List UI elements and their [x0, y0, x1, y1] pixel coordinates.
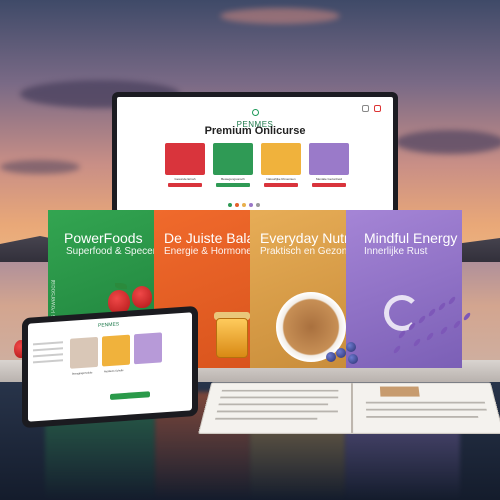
- product-subtitle: Superfood & Specenj: [66, 246, 154, 257]
- leaf: [115, 283, 127, 289]
- course-image: [309, 143, 349, 175]
- blueberry: [326, 352, 336, 362]
- tablet-caption: Bewegingsmodule: [72, 371, 93, 376]
- cloud: [0, 160, 80, 174]
- cart-icon[interactable]: [374, 105, 381, 112]
- sidebar-item[interactable]: [33, 359, 63, 364]
- product-title: PowerFoods: [64, 230, 143, 246]
- product-subtitle: Energie & Hormonen: [164, 246, 250, 257]
- cloud: [220, 8, 340, 24]
- course-button[interactable]: [216, 183, 250, 187]
- product-title: Everyday Nutrition: [260, 230, 346, 246]
- course-caption: Mentale Gezonheid: [315, 177, 343, 181]
- desktop-monitor: PENMES Premium Onlicurse Gesunde Ernah B…: [112, 92, 398, 216]
- sidebar-item[interactable]: [33, 353, 63, 358]
- carousel-dot[interactable]: [242, 203, 246, 207]
- book-gutter: [351, 383, 354, 433]
- course-image: [165, 143, 205, 175]
- sidebar-item[interactable]: [33, 341, 63, 346]
- book-text-line: [221, 389, 339, 392]
- book-text-line: [366, 415, 479, 418]
- header-icons: [362, 105, 381, 112]
- course-card[interactable]: Mentale Gezonheid: [309, 143, 349, 187]
- strawberry: [132, 286, 152, 308]
- blueberry: [346, 342, 356, 352]
- tablet-card[interactable]: [134, 332, 162, 365]
- book-text-line: [215, 417, 318, 420]
- product-title: De Juiste Balans: [164, 230, 250, 246]
- tablet-sidebar: [33, 341, 63, 367]
- course-button[interactable]: [312, 183, 346, 187]
- tablet-card[interactable]: [70, 336, 98, 369]
- course-card[interactable]: Bewegungsonsch: [213, 143, 253, 187]
- blueberry: [348, 354, 358, 364]
- course-image: [213, 143, 253, 175]
- tablet-logo[interactable]: PENMES: [98, 321, 119, 328]
- course-button[interactable]: [168, 183, 202, 187]
- product-subtitle: Praktisch en Gezond: [260, 246, 346, 257]
- book-text-line: [220, 396, 339, 399]
- carousel-dot[interactable]: [235, 203, 239, 207]
- carousel-dots: [228, 203, 260, 207]
- tablet-action-button[interactable]: [110, 391, 150, 400]
- tablet-screen: PENMES Bewegingsmodule Nutritions Schell…: [28, 312, 192, 422]
- blueberry: [336, 348, 346, 358]
- course-caption: Natuurlijke Rimenisen: [266, 177, 296, 181]
- book-text-line: [366, 408, 487, 411]
- product-box-mindful: Mindful Energy Innerlijke Rust: [346, 210, 462, 368]
- course-caption: Gesunde Ernah: [174, 177, 196, 181]
- user-icon[interactable]: [362, 105, 369, 112]
- book-text-line: [365, 401, 486, 404]
- carousel-dot[interactable]: [228, 203, 232, 207]
- tablet-caption: Nutritions Schelle: [104, 369, 124, 374]
- course-caption: Bewegungsonsch: [221, 177, 245, 181]
- carousel-dot[interactable]: [249, 203, 253, 207]
- tablet-card[interactable]: [102, 334, 130, 367]
- book-text-line: [216, 410, 338, 413]
- sidebar-item[interactable]: [33, 347, 63, 352]
- course-card[interactable]: Gesunde Ernah: [165, 143, 205, 187]
- product-subtitle: Innerlijke Rust: [364, 246, 428, 257]
- course-button[interactable]: [264, 183, 298, 187]
- page-title: Premium Onlicurse: [204, 125, 306, 137]
- course-cards: Gesunde Ernah Bewegungsonsch Natuurlijke…: [165, 143, 349, 187]
- book-picture: [379, 386, 420, 397]
- cloud: [395, 130, 500, 154]
- honey-jar: [216, 318, 248, 358]
- carousel-dot[interactable]: [256, 203, 260, 207]
- open-book: [198, 382, 500, 434]
- tablet-device: PENMES Bewegingsmodule Nutritions Schell…: [22, 305, 198, 429]
- course-card[interactable]: Natuurlijke Rimenisen: [261, 143, 301, 187]
- tablet-cards: [70, 332, 162, 369]
- course-image: [261, 143, 301, 175]
- product-title: Mindful Energy: [364, 230, 458, 246]
- logo-icon: [251, 109, 259, 116]
- book-text-line: [218, 403, 329, 406]
- website-screen: PENMES Premium Onlicurse Gesunde Ernah B…: [117, 97, 393, 211]
